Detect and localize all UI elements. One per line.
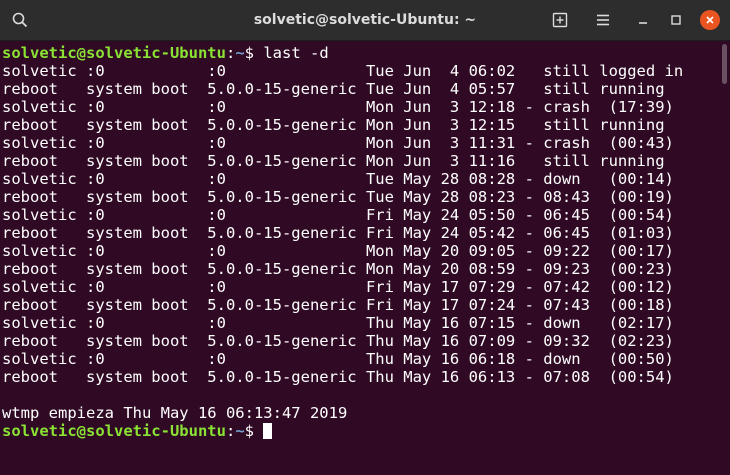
output-row: reboot system boot 5.0.0-15-generic Mon …: [2, 152, 665, 170]
minimize-icon: [639, 22, 647, 24]
terminal-output[interactable]: solvetic@solvetic-Ubuntu:~$ last -d solv…: [0, 41, 730, 475]
new-tab-icon: [552, 12, 568, 28]
prompt-path: ~: [235, 422, 245, 440]
terminal-window: solvetic@solvetic-Ubuntu: ~ solvetic@sol…: [0, 0, 730, 475]
output-row: reboot system boot 5.0.0-15-generic Tue …: [2, 80, 665, 98]
menu-button[interactable]: [590, 7, 616, 33]
prompt-line: solvetic@solvetic-Ubuntu:~$: [2, 422, 730, 440]
minimize-button[interactable]: [630, 7, 656, 33]
output-row: reboot system boot 5.0.0-15-generic Mon …: [2, 260, 674, 278]
maximize-button[interactable]: [663, 7, 689, 33]
new-tab-button[interactable]: [547, 7, 573, 33]
output-row: solvetic :0 :0 Fri May 24 05:50 - 06:45 …: [2, 206, 674, 224]
output-row: reboot system boot 5.0.0-15-generic Thu …: [2, 332, 674, 350]
prompt-colon: :: [225, 44, 236, 62]
wtmp-footer: wtmp empieza Thu May 16 06:13:47 2019: [2, 404, 348, 422]
output-row: solvetic :0 :0 Thu May 16 07:15 - down (…: [2, 314, 674, 332]
prompt-symbol: $: [244, 422, 264, 440]
prompt-symbol: $: [244, 44, 264, 62]
command-text: last -d: [263, 44, 329, 62]
output-row: reboot system boot 5.0.0-15-generic Fri …: [2, 224, 674, 242]
output-row: solvetic :0 :0 Fri May 17 07:29 - 07:42 …: [2, 278, 674, 296]
output-row: reboot system boot 5.0.0-15-generic Thu …: [2, 368, 674, 386]
output-row: solvetic :0 :0 Thu May 16 06:18 - down (…: [2, 350, 674, 368]
output-row: solvetic :0 :0 Tue May 28 08:28 - down (…: [2, 170, 674, 188]
output-row: solvetic :0 :0 Mon Jun 3 11:31 - crash (…: [2, 134, 674, 152]
close-icon: [706, 16, 714, 24]
prompt-user-host: solvetic@solvetic-Ubuntu: [2, 44, 226, 62]
text-cursor: [263, 423, 273, 439]
prompt-path: ~: [235, 44, 245, 62]
output-row: reboot system boot 5.0.0-15-generic Tue …: [2, 188, 674, 206]
output-row: solvetic :0 :0 Tue Jun 4 06:02 still log…: [2, 62, 684, 80]
close-button-circle: [700, 10, 720, 30]
close-button[interactable]: [697, 7, 723, 33]
output-row: solvetic :0 :0 Mon Jun 3 12:18 - crash (…: [2, 98, 674, 116]
prompt-user-host: solvetic@solvetic-Ubuntu: [2, 422, 226, 440]
output-row: reboot system boot 5.0.0-15-generic Fri …: [2, 296, 674, 314]
output-row: solvetic :0 :0 Mon May 20 09:05 - 09:22 …: [2, 242, 674, 260]
title-bar[interactable]: solvetic@solvetic-Ubuntu: ~: [0, 0, 730, 41]
output-row: reboot system boot 5.0.0-15-generic Mon …: [2, 116, 665, 134]
maximize-icon: [671, 15, 681, 25]
scrollbar[interactable]: [722, 44, 727, 84]
hamburger-menu-icon: [597, 14, 609, 26]
prompt-colon: :: [225, 422, 236, 440]
window-title: solvetic@solvetic-Ubuntu: ~: [253, 12, 477, 28]
command-line: solvetic@solvetic-Ubuntu:~$ last -d: [2, 44, 730, 62]
